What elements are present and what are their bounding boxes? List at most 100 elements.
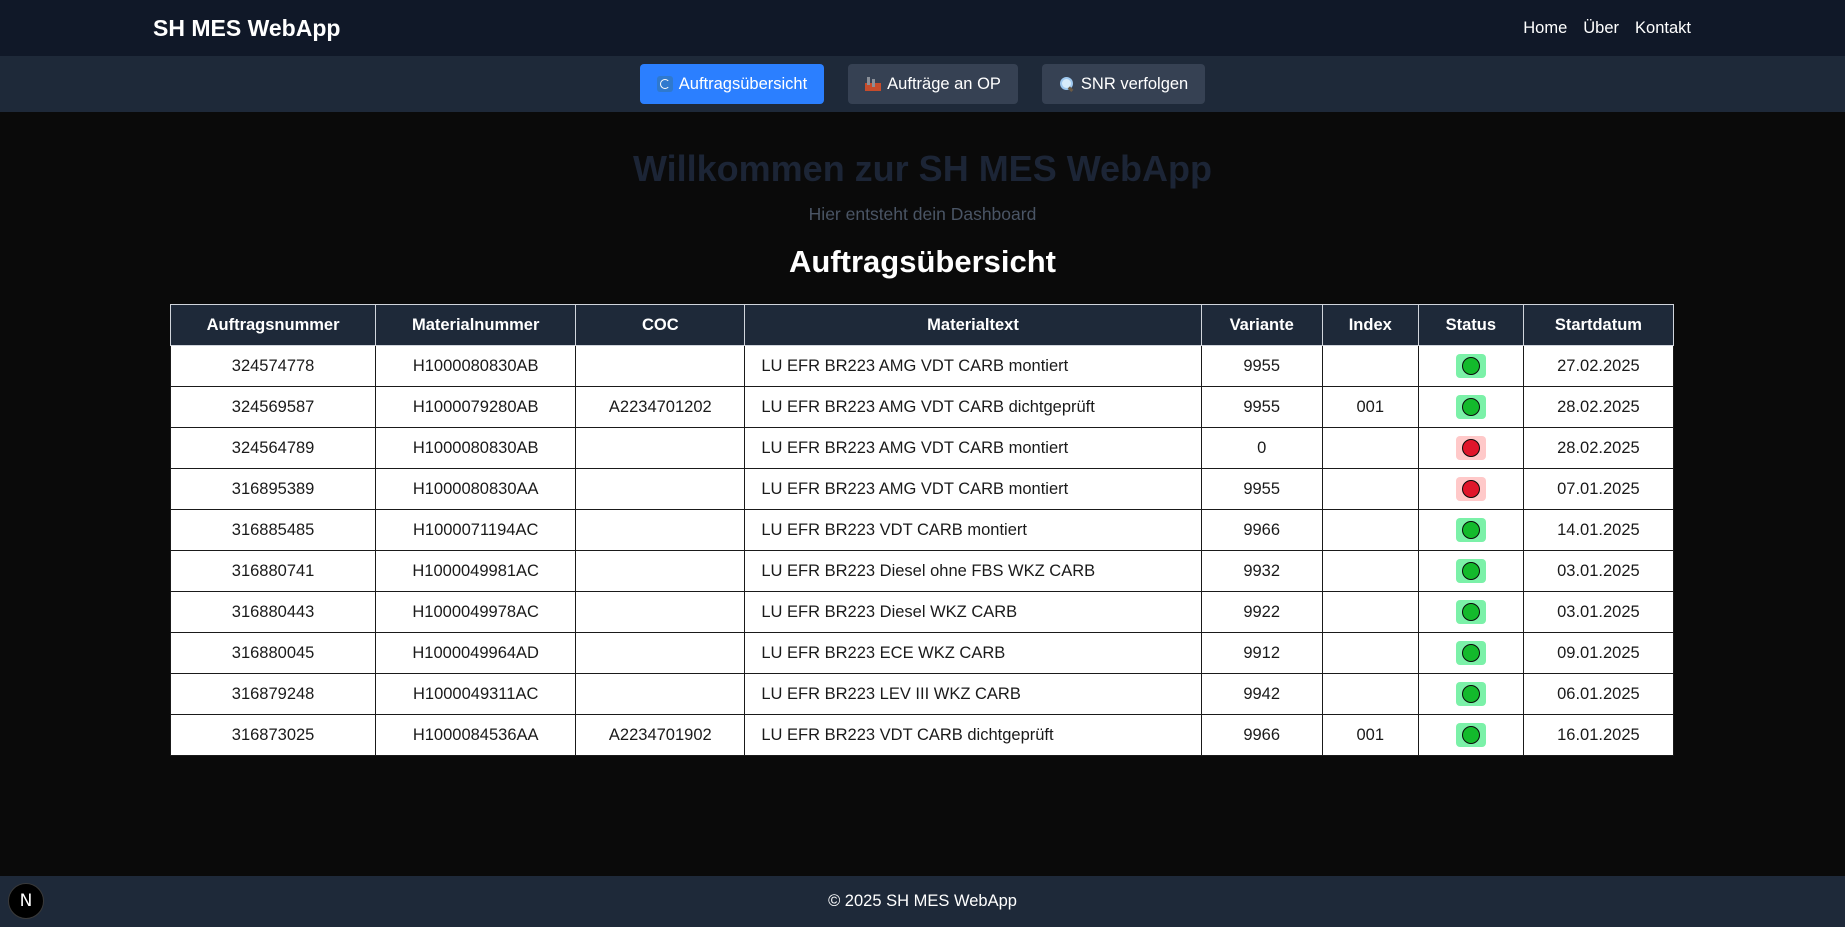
- cell-status: [1417, 468, 1524, 510]
- table-row[interactable]: 324564789 H1000080830AB LU EFR BR223 AMG V…: [169, 427, 1675, 469]
- nav-link-home[interactable]: Home: [1523, 19, 1567, 38]
- table-row[interactable]: 316885485 H1000071194AC LU EFR BR223 VDT C…: [169, 509, 1675, 551]
- cell-order-number: 316879248: [169, 673, 377, 715]
- welcome-title: Willkommen zur SH MES WebApp: [632, 148, 1213, 189]
- cell-order-number: 316895389: [169, 468, 377, 510]
- cell-order-number: 324574778: [169, 345, 377, 387]
- column-header[interactable]: COC: [575, 304, 746, 346]
- cell-material-text: LU EFR BR223 LEV III WKZ CARB: [744, 673, 1202, 715]
- cell-index: [1321, 591, 1419, 633]
- sub-navbar: Auftragsübersicht Aufträge an OP SNR ver…: [0, 56, 1845, 112]
- column-header[interactable]: Materialtext: [744, 304, 1202, 346]
- cell-status: [1417, 386, 1524, 428]
- cell-coc: [575, 632, 746, 674]
- cell-coc: [575, 345, 746, 387]
- page-footer: © 2025 SH MES WebApp: [0, 876, 1845, 927]
- status-dot-icon: [1461, 603, 1480, 621]
- status-error-indicator: [1455, 436, 1486, 460]
- cell-material-number: H1000071194AC: [375, 509, 577, 551]
- welcome-subtitle: Hier entsteht dein Dashboard: [808, 204, 1037, 225]
- cell-coc: [575, 550, 746, 592]
- cell-start-date: 14.01.2025: [1522, 509, 1675, 551]
- track-snr-button[interactable]: SNR verfolgen: [1041, 64, 1206, 104]
- table-row[interactable]: 324574778 H1000080830AB LU EFR BR223 AMG V…: [169, 345, 1675, 387]
- cell-index: [1321, 509, 1419, 551]
- table-row[interactable]: 316895389 H1000080830AA LU EFR BR223 AMG V…: [169, 468, 1675, 510]
- cell-index: [1321, 673, 1419, 715]
- magnifier-icon: [1059, 76, 1075, 92]
- cell-start-date: 06.01.2025: [1522, 673, 1675, 715]
- table-row[interactable]: 316880443 H1000049978AC LU EFR BR223 Diese…: [169, 591, 1675, 633]
- status-dot-icon: [1461, 562, 1480, 580]
- cell-status: [1417, 550, 1524, 592]
- app-brand[interactable]: SH MES WebApp: [153, 15, 340, 42]
- cell-variant: 9955: [1200, 468, 1323, 510]
- column-header[interactable]: Index: [1321, 304, 1419, 346]
- cell-coc: [575, 468, 746, 510]
- table-row[interactable]: 316880045 H1000049964AD LU EFR BR223 ECE W…: [169, 632, 1675, 674]
- column-header[interactable]: Variante: [1200, 304, 1323, 346]
- orders-title: Auftragsübersicht: [789, 244, 1056, 280]
- cell-status: [1417, 673, 1524, 715]
- table-row[interactable]: 316879248 H1000049311AC LU EFR BR223 LEV I…: [169, 673, 1675, 715]
- cell-order-number: 324564789: [169, 427, 377, 469]
- dev-tools-badge[interactable]: N: [8, 883, 44, 919]
- cell-start-date: 09.01.2025: [1522, 632, 1675, 674]
- cell-index: [1321, 468, 1419, 510]
- cell-order-number: 316880045: [169, 632, 377, 674]
- footer-copyright: © 2025 SH MES WebApp: [828, 892, 1017, 910]
- cell-variant: 9966: [1200, 714, 1323, 756]
- orders-table: Auftragsnummer Materialnummer COC Materi…: [169, 304, 1675, 756]
- column-header[interactable]: Startdatum: [1522, 304, 1675, 346]
- status-ok-indicator: [1455, 600, 1486, 624]
- table-row[interactable]: 324569587 H1000079280AB A2234701202 LU EFR …: [169, 386, 1675, 428]
- cell-index: [1321, 550, 1419, 592]
- cell-variant: 9912: [1200, 632, 1323, 674]
- cell-variant: 9922: [1200, 591, 1323, 633]
- cell-start-date: 28.02.2025: [1522, 386, 1675, 428]
- cell-variant: 9942: [1200, 673, 1323, 715]
- cell-material-text: LU EFR BR223 AMG VDT CARB montiert: [744, 345, 1202, 387]
- cell-order-number: 316880443: [169, 591, 377, 633]
- cell-material-number: H1000049964AD: [375, 632, 577, 674]
- status-dot-icon: [1461, 480, 1480, 498]
- cell-material-text: LU EFR BR223 AMG VDT CARB montiert: [744, 427, 1202, 469]
- cell-material-text: LU EFR BR223 AMG VDT CARB montiert: [744, 468, 1202, 510]
- cell-start-date: 07.01.2025: [1522, 468, 1675, 510]
- column-header[interactable]: Materialnummer: [375, 304, 577, 346]
- factory-icon: [865, 76, 882, 92]
- nav-link-about[interactable]: Über: [1583, 19, 1619, 38]
- orders-to-op-label: Aufträge an OP: [887, 74, 1001, 93]
- cell-coc: [575, 673, 746, 715]
- main-nav: Home Über Kontakt: [1523, 19, 1691, 38]
- table-row[interactable]: 316873025 H1000084536AA A2234701902 LU EFR …: [169, 714, 1675, 756]
- cell-variant: 9966: [1200, 509, 1323, 551]
- orders-to-op-button[interactable]: Aufträge an OP: [848, 64, 1018, 104]
- cell-material-number: H1000084536AA: [375, 714, 577, 756]
- cell-material-text: LU EFR BR223 AMG VDT CARB dichtgeprüft: [744, 386, 1202, 428]
- table-row[interactable]: 316880741 H1000049981AC LU EFR BR223 Diese…: [169, 550, 1675, 592]
- cell-material-number: H1000049978AC: [375, 591, 577, 633]
- cell-material-number: H1000080830AA: [375, 468, 577, 510]
- cell-coc: [575, 591, 746, 633]
- cell-order-number: 324569587: [169, 386, 377, 428]
- cell-status: [1417, 509, 1524, 551]
- column-header[interactable]: Status: [1417, 304, 1524, 346]
- main-content: Willkommen zur SH MES WebApp Hier entste…: [0, 147, 1845, 756]
- column-header[interactable]: Auftragsnummer: [169, 304, 377, 346]
- cell-material-number: H1000049981AC: [375, 550, 577, 592]
- refresh-icon: [656, 76, 673, 92]
- nav-link-contact[interactable]: Kontakt: [1635, 19, 1691, 38]
- status-ok-indicator: [1455, 559, 1486, 583]
- cell-material-number: H1000080830AB: [375, 345, 577, 387]
- status-dot-icon: [1461, 521, 1480, 539]
- cell-coc: [575, 509, 746, 551]
- cell-index: 001: [1321, 386, 1419, 428]
- cell-material-number: H1000049311AC: [375, 673, 577, 715]
- status-dot-icon: [1461, 726, 1480, 744]
- cell-variant: 9955: [1200, 386, 1323, 428]
- cell-status: [1417, 427, 1524, 469]
- order-overview-button[interactable]: Auftragsübersicht: [639, 64, 825, 104]
- cell-start-date: 03.01.2025: [1522, 550, 1675, 592]
- cell-variant: 9932: [1200, 550, 1323, 592]
